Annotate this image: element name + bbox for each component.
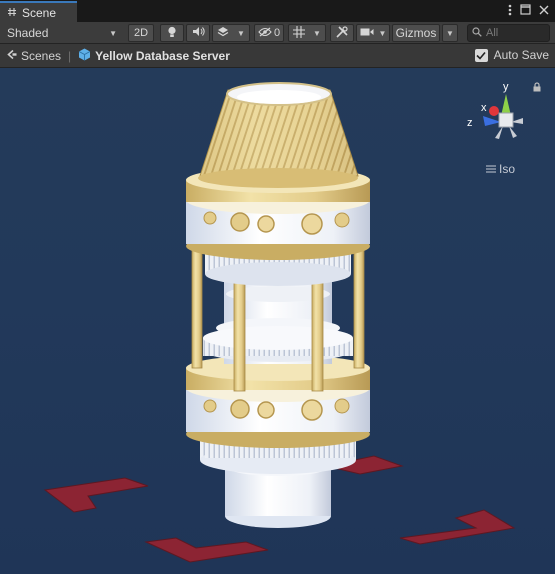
tab-scene[interactable]: Scene — [0, 1, 77, 22]
tools-icon — [336, 25, 348, 41]
hash-icon — [7, 6, 17, 20]
scene-toolbar: Shaded ▼ 2D ▼ 0 ▼ ▼ Gizmos ▼ All — [0, 22, 555, 44]
search-icon — [472, 26, 482, 40]
tab-label: Scene — [22, 5, 57, 20]
grid-icon — [293, 25, 306, 41]
chevron-down-icon: ▼ — [237, 28, 245, 38]
chevron-down-icon: ▼ — [378, 28, 387, 38]
breadcrumb: Scenes | Yellow Database Server Auto Sav… — [0, 44, 555, 68]
shading-mode-label: Shaded — [7, 26, 49, 40]
gizmo-axis-x: x — [481, 102, 487, 114]
projection-label: Iso — [499, 162, 516, 176]
hidden-count: 0 — [273, 27, 281, 39]
gizmos-button[interactable]: Gizmos — [392, 24, 440, 42]
prefab-cube-icon — [78, 48, 91, 64]
autosave-checkbox[interactable] — [474, 48, 488, 62]
back-arrow-icon — [6, 49, 17, 63]
chevron-down-icon: ▼ — [313, 28, 321, 38]
grid-dropdown[interactable]: ▼ — [288, 24, 326, 42]
gizmos-label: Gizmos — [395, 26, 437, 40]
chevron-down-icon: ▼ — [109, 28, 117, 38]
breadcrumb-scenes[interactable]: Scenes — [6, 49, 61, 63]
tab-bar: Scene — [0, 0, 555, 22]
tools-button[interactable] — [330, 24, 354, 42]
eye-slash-icon — [258, 26, 272, 40]
close-icon[interactable] — [539, 4, 549, 19]
effects-dropdown[interactable]: ▼ — [212, 24, 250, 42]
speaker-icon — [192, 26, 205, 40]
camera-dropdown[interactable]: ▼ — [356, 24, 390, 42]
shading-mode-dropdown[interactable]: Shaded ▼ — [2, 24, 122, 42]
search-input[interactable] — [486, 27, 542, 39]
breadcrumb-object-label: Yellow Database Server — [95, 48, 230, 63]
gizmo-axis-z: z — [467, 117, 473, 129]
scene-viewport[interactable]: y x z Iso — [0, 68, 555, 574]
lighting-toggle[interactable] — [160, 24, 184, 42]
breadcrumb-scenes-label: Scenes — [21, 48, 62, 63]
gizmos-dropdown[interactable]: ▼ — [442, 24, 458, 42]
breadcrumb-object[interactable]: Yellow Database Server — [78, 48, 230, 64]
autosave-toggle[interactable]: Auto Save — [474, 48, 549, 62]
menu-lines-icon — [486, 162, 496, 176]
mode-2d-button[interactable]: 2D — [128, 24, 154, 42]
lightbulb-icon — [167, 26, 177, 41]
camera-icon — [360, 26, 374, 40]
projection-toggle[interactable]: Iso — [486, 162, 515, 176]
autosave-label: Auto Save — [493, 48, 549, 62]
mode-2d-label: 2D — [133, 27, 149, 39]
maximize-icon[interactable] — [520, 4, 531, 19]
layers-icon — [217, 26, 229, 41]
more-vert-icon[interactable] — [508, 4, 512, 19]
search-field[interactable] — [467, 24, 550, 42]
audio-toggle[interactable] — [186, 24, 210, 42]
gizmo-axis-y: y — [503, 81, 509, 93]
hidden-objects-toggle[interactable]: 0 — [254, 24, 284, 42]
breadcrumb-separator: | — [68, 48, 72, 63]
chevron-down-icon: ▼ — [446, 28, 454, 38]
